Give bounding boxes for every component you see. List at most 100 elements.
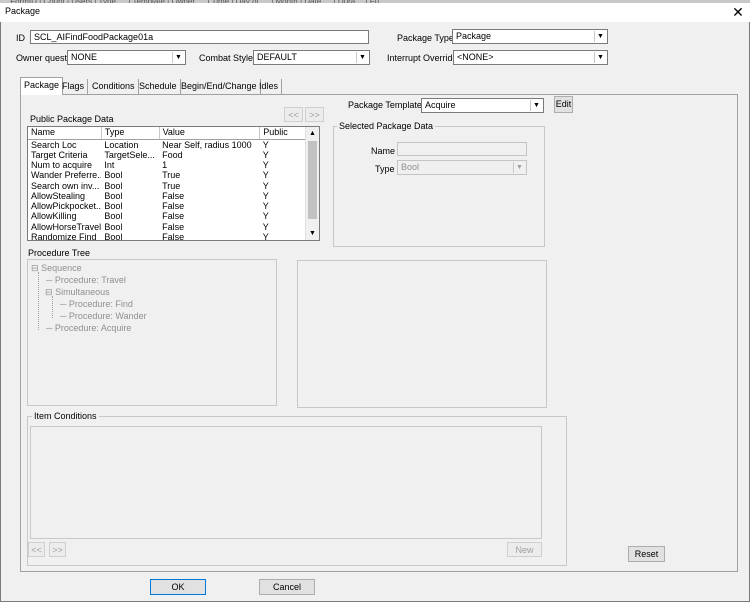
public-data-scrollbar[interactable]: ▲ ▼ — [305, 127, 319, 240]
column-header-value[interactable]: Value — [159, 127, 261, 140]
interrupt-override-label: Interrupt Override — [387, 53, 458, 63]
owner-quest-label: Owner quest — [16, 53, 68, 63]
public-data-prev-button[interactable]: << — [284, 107, 303, 122]
table-cell: False — [162, 232, 185, 241]
table-cell: True — [162, 170, 181, 181]
item-conditions-next-button[interactable]: >> — [49, 542, 66, 557]
item-conditions-prev-button[interactable]: << — [28, 542, 45, 557]
package-type-label: Package Type — [397, 33, 454, 43]
tree-node-label: Procedure: Find — [68, 299, 133, 309]
chevron-down-icon[interactable]: ▼ — [306, 227, 319, 240]
table-cell: Food — [162, 149, 183, 160]
selected-package-data-title: Selected Package Data — [337, 121, 436, 131]
procedure-tree[interactable]: ⊟ Sequence ─ Procedure: Travel ⊟ Simulta… — [27, 259, 277, 406]
table-row[interactable]: AllowStealing Bool False Y — [28, 191, 319, 201]
table-cell: AllowStealing — [31, 190, 86, 201]
table-row[interactable]: Search Loc Location Near Self, radius 1000… — [28, 139, 319, 150]
cancel-button[interactable]: Cancel — [259, 579, 315, 595]
id-label: ID — [16, 33, 25, 43]
table-cell: 1 — [162, 159, 168, 170]
chevron-up-icon[interactable]: ▲ — [306, 127, 319, 140]
package-template-label: Package Template — [348, 100, 422, 110]
tree-node-label: Procedure: Travel — [54, 275, 126, 285]
package-template-value: Acquire — [425, 100, 456, 110]
tree-node[interactable]: ─ Procedure: Acquire — [46, 322, 131, 334]
table-row[interactable]: AllowKilling Bool False Y — [28, 211, 319, 221]
owner-quest-value: NONE — [71, 52, 98, 62]
chevron-down-icon: ▼ — [594, 52, 606, 63]
tree-line — [52, 296, 53, 318]
table-cell: False — [162, 201, 185, 212]
column-header-type[interactable]: Type — [101, 127, 160, 140]
selected-type-label: Type — [375, 164, 395, 174]
procedure-detail-panel — [297, 260, 547, 408]
table-row[interactable]: AllowHorseTravel Bool False Y — [28, 222, 319, 232]
public-data-list[interactable]: Name Type Value Public Search Loc Locatio… — [27, 126, 320, 241]
tree-node-label: Sequence — [41, 263, 82, 273]
tab-conditions[interactable]: Conditions — [89, 79, 139, 94]
table-row[interactable]: Wander Preferre... Bool True Y — [28, 170, 319, 180]
combat-style-label: Combat Style — [199, 53, 254, 63]
ok-button[interactable]: OK — [150, 579, 206, 595]
combat-style-select[interactable]: DEFAULT ▼ — [253, 50, 370, 65]
table-cell: Wander Preferre... — [31, 170, 102, 181]
tab-idles[interactable]: Idles — [256, 79, 283, 94]
table-cell: Near Self, radius 1000 — [162, 139, 252, 150]
package-type-select[interactable]: Package ▼ — [452, 29, 608, 44]
scrollbar-thumb[interactable] — [308, 141, 317, 219]
table-cell: Bool — [104, 190, 123, 201]
tab-schedule[interactable]: Schedule — [136, 79, 181, 94]
tree-node-label: Simultaneous — [55, 287, 110, 297]
table-cell: AllowHorseTravel — [31, 221, 102, 232]
table-header-row: Name Type Value Public — [28, 127, 319, 140]
procedure-tree-title: Procedure Tree — [28, 248, 91, 258]
interrupt-override-value: <NONE> — [457, 52, 494, 62]
table-cell: False — [162, 221, 185, 232]
new-condition-button[interactable]: New — [507, 542, 542, 557]
table-row[interactable]: Target Criteria TargetSele... Food Y — [28, 150, 319, 160]
table-cell: True — [162, 180, 181, 191]
table-row[interactable]: Num to acquire Int 1 Y — [28, 160, 319, 170]
table-cell: TargetSele... — [104, 149, 155, 160]
tree-node[interactable]: ─ Procedure: Wander — [60, 310, 147, 322]
table-row[interactable]: AllowPickpocket... Bool False Y — [28, 201, 319, 211]
chevron-down-icon: ▼ — [172, 52, 184, 63]
column-header-name[interactable]: Name — [28, 127, 102, 140]
table-cell: Num to acquire — [31, 159, 93, 170]
chevron-down-icon: ▼ — [513, 162, 525, 173]
package-template-select[interactable]: Acquire ▼ — [421, 98, 544, 113]
table-cell: Randomize Find — [31, 232, 97, 241]
edit-template-button[interactable]: Edit — [554, 96, 573, 113]
combat-style-value: DEFAULT — [257, 52, 297, 62]
table-row[interactable]: Search own inv... Bool True Y — [28, 180, 319, 191]
table-cell: Bool — [104, 232, 123, 241]
tab-flags[interactable]: Flags — [59, 79, 89, 94]
title-bar[interactable] — [0, 3, 750, 22]
table-cell: Search own inv... — [31, 180, 100, 191]
chevron-down-icon: ▼ — [594, 31, 606, 42]
id-field[interactable]: SCL_AIFindFoodPackage01a — [30, 30, 369, 44]
close-icon[interactable]: ✕ — [730, 4, 746, 20]
selected-name-label: Name — [371, 146, 396, 156]
table-cell: Int — [104, 159, 115, 170]
table-cell: Location — [104, 139, 139, 150]
reset-button[interactable]: Reset — [628, 546, 665, 562]
tree-line — [38, 272, 39, 330]
tree-node[interactable]: ⊟ Simultaneous — [45, 286, 110, 298]
public-data-next-button[interactable]: >> — [305, 107, 324, 122]
window-title: Package — [5, 6, 41, 16]
tree-node[interactable]: ─ Procedure: Find — [60, 298, 133, 310]
table-cell: False — [162, 190, 185, 201]
selected-type-select[interactable]: Bool ▼ — [397, 160, 527, 175]
tab-begin-end-change[interactable]: Begin/End/Change — [178, 79, 261, 94]
owner-quest-select[interactable]: NONE ▼ — [67, 50, 186, 65]
table-row[interactable]: Randomize Find Bool False Y — [28, 232, 319, 241]
chevron-down-icon: ▼ — [530, 100, 542, 111]
tab-package[interactable]: Package — [20, 77, 64, 95]
selected-name-field[interactable] — [397, 142, 527, 156]
item-conditions-list[interactable] — [30, 426, 542, 539]
tree-node[interactable]: ─ Procedure: Travel — [46, 274, 126, 286]
interrupt-override-select[interactable]: <NONE> ▼ — [453, 50, 608, 65]
table-cell: False — [162, 211, 185, 222]
table-cell: Target Criteria — [31, 149, 88, 160]
